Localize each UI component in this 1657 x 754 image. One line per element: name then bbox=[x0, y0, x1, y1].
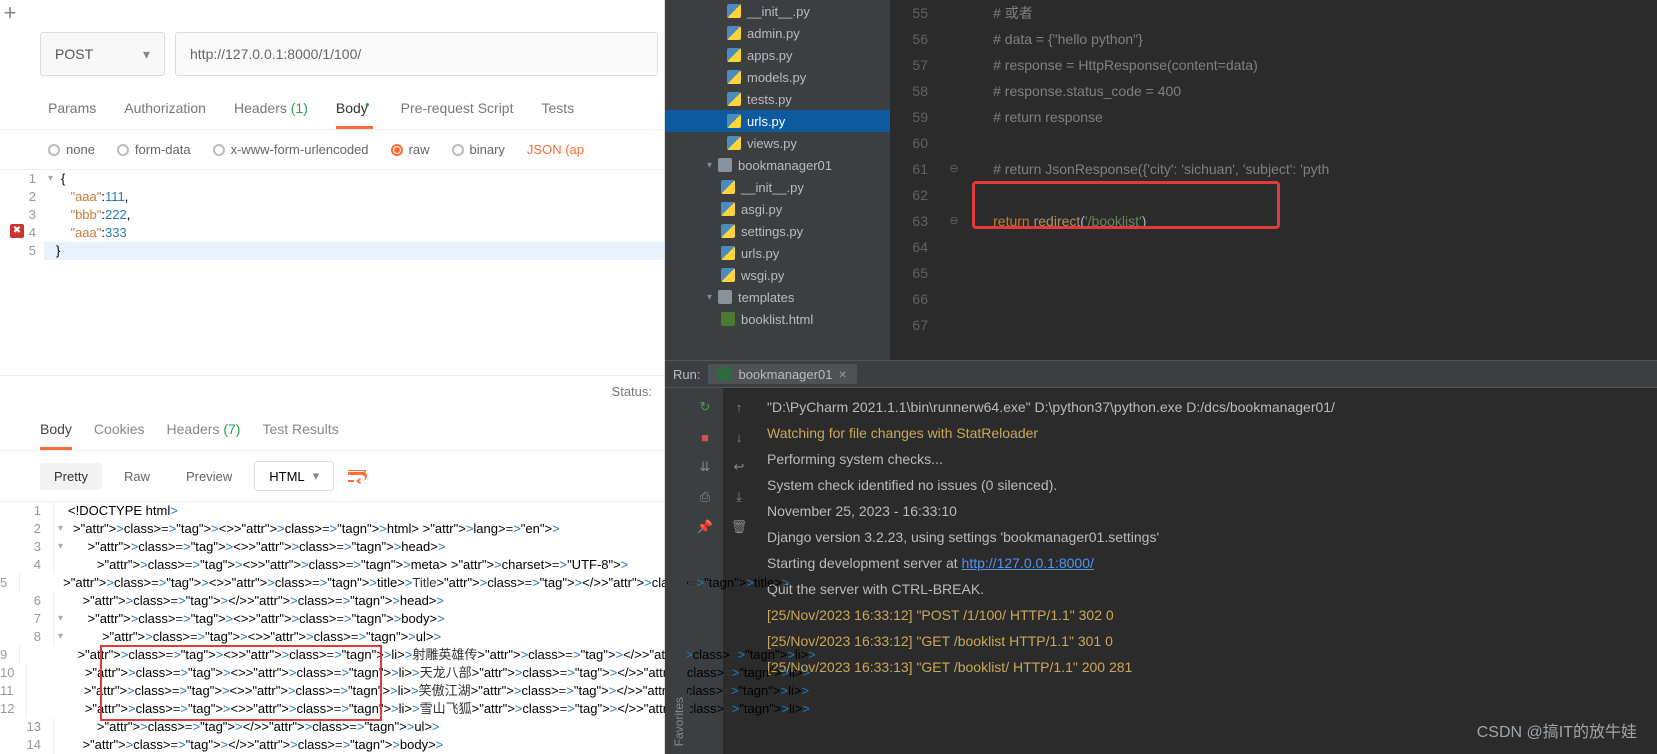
console-output[interactable]: "D:\PyCharm 2021.1.1\bin\runnerw64.exe" … bbox=[755, 388, 1657, 754]
radio-binary[interactable]: binary bbox=[452, 142, 505, 157]
restab-cookies[interactable]: Cookies bbox=[94, 421, 145, 450]
body-type-row: none form-data x-www-form-urlencoded raw… bbox=[0, 130, 664, 170]
tab-headers[interactable]: Headers (1) bbox=[234, 100, 308, 129]
view-bar: Pretty Raw Preview HTML▾ bbox=[0, 451, 664, 502]
view-pretty[interactable]: Pretty bbox=[40, 463, 102, 490]
tab-prerequest[interactable]: Pre-request Script bbox=[401, 100, 514, 129]
tab-authorization[interactable]: Authorization bbox=[124, 100, 206, 129]
restab-headers[interactable]: Headers (7) bbox=[167, 421, 241, 450]
radio-raw[interactable]: raw bbox=[391, 142, 430, 157]
highlight-box-2 bbox=[972, 181, 1280, 229]
run-tab[interactable]: bookmanager01× bbox=[708, 364, 856, 384]
highlight-box bbox=[100, 645, 382, 721]
print-icon[interactable]: ⎙ bbox=[696, 488, 714, 506]
trash-icon[interactable]: 🗑 bbox=[730, 518, 748, 536]
add-tab-button[interactable]: + bbox=[0, 0, 20, 26]
restab-testresults[interactable]: Test Results bbox=[262, 421, 338, 450]
down-icon[interactable]: ⇊ bbox=[696, 458, 714, 476]
request-body-editor[interactable]: 1▾{2 "aaa":111,3 "bbb":222,4 "aaa":3335} bbox=[0, 170, 664, 260]
watermark: CSDN @搞IT的放牛娃 bbox=[1477, 718, 1637, 742]
restab-body[interactable]: Body bbox=[40, 421, 72, 450]
chevron-down-icon: ▾ bbox=[143, 46, 150, 63]
radio-none[interactable]: none bbox=[48, 142, 95, 157]
pin-icon[interactable]: 📌 bbox=[696, 518, 714, 536]
tab-tests[interactable]: Tests bbox=[541, 100, 574, 129]
run-header: Run: bookmanager01× bbox=[665, 360, 1657, 388]
rerun-icon[interactable]: ↻ bbox=[696, 398, 714, 416]
url-input[interactable]: http://127.0.0.1:8000/1/100/ bbox=[175, 32, 658, 76]
response-tabs: Body Cookies Headers (7) Test Results bbox=[0, 407, 664, 451]
close-icon[interactable]: × bbox=[838, 366, 846, 382]
project-tree[interactable]: __init__.pyadmin.pyapps.pymodels.pytests… bbox=[665, 0, 890, 360]
request-tabs: Params Authorization Headers (1) Body● P… bbox=[0, 82, 664, 130]
tab-body[interactable]: Body● bbox=[336, 100, 373, 129]
scroll-icon[interactable]: ⤓ bbox=[730, 488, 748, 506]
down2-icon[interactable]: ↓ bbox=[730, 428, 748, 446]
view-raw[interactable]: Raw bbox=[110, 463, 164, 490]
up-icon[interactable]: ↑ bbox=[730, 398, 748, 416]
tab-params[interactable]: Params bbox=[48, 100, 96, 129]
method-value: POST bbox=[55, 46, 93, 62]
radio-form-data[interactable]: form-data bbox=[117, 142, 191, 157]
code-editor[interactable]: 55 # 或者56 # data = {"hello python"}57 # … bbox=[890, 0, 1657, 360]
method-select[interactable]: POST ▾ bbox=[40, 32, 165, 76]
run-label: Run: bbox=[673, 367, 700, 382]
favorites-tab[interactable]: Favorites bbox=[668, 693, 690, 750]
radio-urlencoded[interactable]: x-www-form-urlencoded bbox=[213, 142, 369, 157]
ide-panel: __init__.pyadmin.pyapps.pymodels.pytests… bbox=[665, 0, 1657, 754]
django-icon bbox=[718, 367, 732, 381]
response-body[interactable]: 1<!DOCTYPE html>2▾>"attr">>class>=>"tag"… bbox=[0, 502, 664, 754]
stop-icon[interactable]: ■ bbox=[696, 428, 714, 446]
wrap-icon[interactable] bbox=[342, 462, 372, 490]
postman-panel: + POST ▾ http://127.0.0.1:8000/1/100/ Pa… bbox=[0, 0, 665, 754]
status-label: Status: bbox=[612, 384, 652, 399]
request-bar: POST ▾ http://127.0.0.1:8000/1/100/ bbox=[0, 26, 664, 82]
wrap2-icon[interactable]: ↩ bbox=[730, 458, 748, 476]
format-select[interactable]: HTML▾ bbox=[254, 461, 334, 491]
json-format-label[interactable]: JSON (ap bbox=[527, 142, 584, 157]
view-preview[interactable]: Preview bbox=[172, 463, 246, 490]
